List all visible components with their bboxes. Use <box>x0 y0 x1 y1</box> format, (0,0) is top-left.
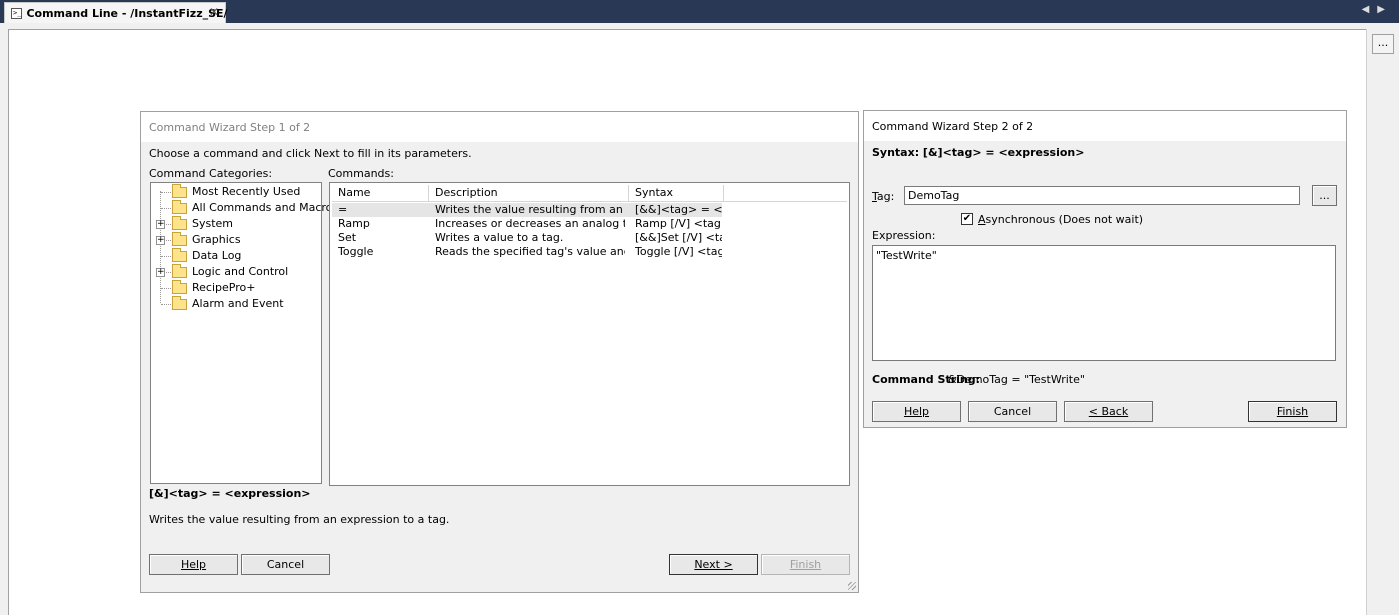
tree-item[interactable]: + Logic and Control <box>151 264 321 280</box>
command-wizard-step2: Command Wizard Step 2 of 2 Syntax: [&]<t… <box>863 110 1347 428</box>
command-name-cell: = <box>338 203 348 216</box>
document-tab-bar: >_ Command Line - /InstantFizz_SE/ ✕ ◀▶ <box>0 0 1399 23</box>
finish-button[interactable]: Finish <box>1248 401 1337 422</box>
next-button-label: Next > <box>694 558 733 571</box>
command-description-cell: Writes a value to a tag. <box>435 231 564 244</box>
tree-item-label: Alarm and Event <box>192 297 284 310</box>
finish-button-label: Finish <box>789 558 822 571</box>
tree-item[interactable]: + Graphics <box>151 232 321 248</box>
tree-item[interactable]: + System <box>151 216 321 232</box>
scroll-right-icon[interactable]: ▶ <box>1377 4 1393 15</box>
finish-button-step2-label: Finish <box>1276 405 1309 418</box>
tree-item[interactable]: Data Log <box>151 248 321 264</box>
table-row[interactable]: Toggle Reads the specified tag's value an… <box>332 245 722 259</box>
command-string-value: &DemoTag = "TestWrite" <box>948 373 1085 386</box>
wizard1-title: Command Wizard Step 1 of 2 <box>141 112 858 142</box>
finish-button-disabled: Finish <box>761 554 850 575</box>
resize-grip[interactable] <box>848 582 856 590</box>
back-button[interactable]: < Back <box>1064 401 1153 422</box>
tree-item-label: RecipePro+ <box>192 281 256 294</box>
expression-label: Expression: <box>872 229 936 242</box>
folder-icon <box>172 232 187 246</box>
folder-icon <box>172 264 187 278</box>
next-button[interactable]: Next > <box>669 554 758 575</box>
scroll-left-icon[interactable]: ◀ <box>1362 4 1378 15</box>
help-button-step2[interactable]: Help <box>872 401 961 422</box>
tab-command-line[interactable]: >_ Command Line - /InstantFizz_SE/ ✕ <box>4 2 228 23</box>
table-row[interactable]: = Writes the value resulting from an exp.… <box>332 203 722 217</box>
back-button-label: < Back <box>1088 405 1129 418</box>
side-options-button[interactable]: ... <box>1372 34 1394 54</box>
tree-branch-line <box>161 288 171 289</box>
command-name-cell: Ramp <box>338 217 370 230</box>
tree-branch-line <box>161 256 171 257</box>
command-description-cell: Reads the specified tag's value and ... <box>435 245 625 258</box>
table-row[interactable]: Set Writes a value to a tag. [&&]Set [/V] … <box>332 231 722 245</box>
tree-item-label: Logic and Control <box>192 265 289 278</box>
async-label-rest: synchronous (Does not wait) <box>985 213 1144 226</box>
help-button[interactable]: Help <box>149 554 238 575</box>
cancel-button[interactable]: Cancel <box>241 554 330 575</box>
async-label: Asynchronous (Does not wait) <box>978 213 1144 226</box>
folder-icon <box>172 280 187 294</box>
tag-input[interactable]: DemoTag <box>904 186 1300 205</box>
commands-list-header: Name Description Syntax <box>332 185 847 202</box>
syntax-display: [&]<tag> = <expression> <box>149 487 311 500</box>
tag-label-rest: ag: <box>876 190 895 203</box>
folder-icon <box>172 184 187 198</box>
table-row[interactable]: Ramp Increases or decreases an analog tag… <box>332 217 722 231</box>
command-syntax-cell: [&&]<tag> = <ex... <box>635 203 722 216</box>
category-tree[interactable]: Most Recently Used All Commands and Macro… <box>150 182 338 484</box>
help-button-label: Help <box>180 558 207 571</box>
command-description-cell: Increases or decreases an analog tag... <box>435 217 625 230</box>
expression-input[interactable]: "TestWrite" <box>872 245 1336 361</box>
command-syntax-cell: Toggle [/V] <tag> <box>635 245 722 258</box>
tree-item-label: All Commands and Macros <box>192 201 339 214</box>
folder-icon <box>172 248 187 262</box>
cancel-button-step2[interactable]: Cancel <box>968 401 1057 422</box>
tree-item[interactable]: Alarm and Event <box>151 296 321 312</box>
side-strip: ... <box>1366 29 1399 615</box>
command-wizard-step1: Command Wizard Step 1 of 2 Choose a comm… <box>140 111 859 593</box>
tree-item[interactable]: Most Recently Used <box>151 184 321 200</box>
tree-item-label: System <box>192 217 234 230</box>
folder-icon <box>172 216 187 230</box>
wizard2-title: Command Wizard Step 2 of 2 <box>864 111 1346 141</box>
tab-title: Command Line - /InstantFizz_SE/ <box>26 6 228 20</box>
categories-label: Command Categories: <box>149 167 273 180</box>
help-button-step2-label: Help <box>903 405 930 418</box>
command-description-cell: Writes the value resulting from an exp..… <box>435 203 625 216</box>
tree-branch-line <box>161 192 171 193</box>
tree-item-label: Data Log <box>192 249 242 262</box>
commands-list[interactable]: Name Description Syntax = Writes the valu… <box>329 182 850 486</box>
expand-icon[interactable]: + <box>156 268 165 277</box>
tree-item[interactable]: All Commands and Macros <box>151 200 338 216</box>
async-checkbox[interactable]: ✔ <box>961 213 973 225</box>
tab-nav: ◀▶ <box>1362 4 1393 15</box>
tree-branch-line <box>161 208 171 209</box>
tag-browse-button[interactable]: ... <box>1312 185 1337 206</box>
folder-icon <box>172 200 187 214</box>
command-prompt-icon: >_ <box>11 7 23 19</box>
commands-label: Commands: <box>328 167 394 180</box>
tree-item-label: Graphics <box>192 233 241 246</box>
command-name-cell: Set <box>338 231 357 244</box>
column-header-syntax[interactable]: Syntax <box>629 185 724 202</box>
command-syntax-cell: Ramp [/V] <tag... <box>635 217 722 230</box>
close-icon[interactable]: ✕ <box>209 5 219 19</box>
tag-label: Tag: <box>872 190 895 203</box>
tree-item[interactable]: RecipePro+ <box>151 280 321 296</box>
folder-icon <box>172 296 187 310</box>
column-header-name[interactable]: Name <box>332 185 429 202</box>
command-syntax-cell: [&&]Set [/V] <ta... <box>635 231 722 244</box>
tree-branch-line <box>161 304 171 305</box>
column-header-description[interactable]: Description <box>429 185 629 202</box>
expand-icon[interactable]: + <box>156 236 165 245</box>
wizard1-instruction: Choose a command and click Next to fill … <box>149 147 472 160</box>
command-name-cell: Toggle <box>338 245 374 258</box>
wizard2-syntax: Syntax: [&]<tag> = <expression> <box>872 146 1085 159</box>
tree-item-label: Most Recently Used <box>192 185 301 198</box>
expand-icon[interactable]: + <box>156 220 165 229</box>
description-display: Writes the value resulting from an expre… <box>149 513 450 526</box>
